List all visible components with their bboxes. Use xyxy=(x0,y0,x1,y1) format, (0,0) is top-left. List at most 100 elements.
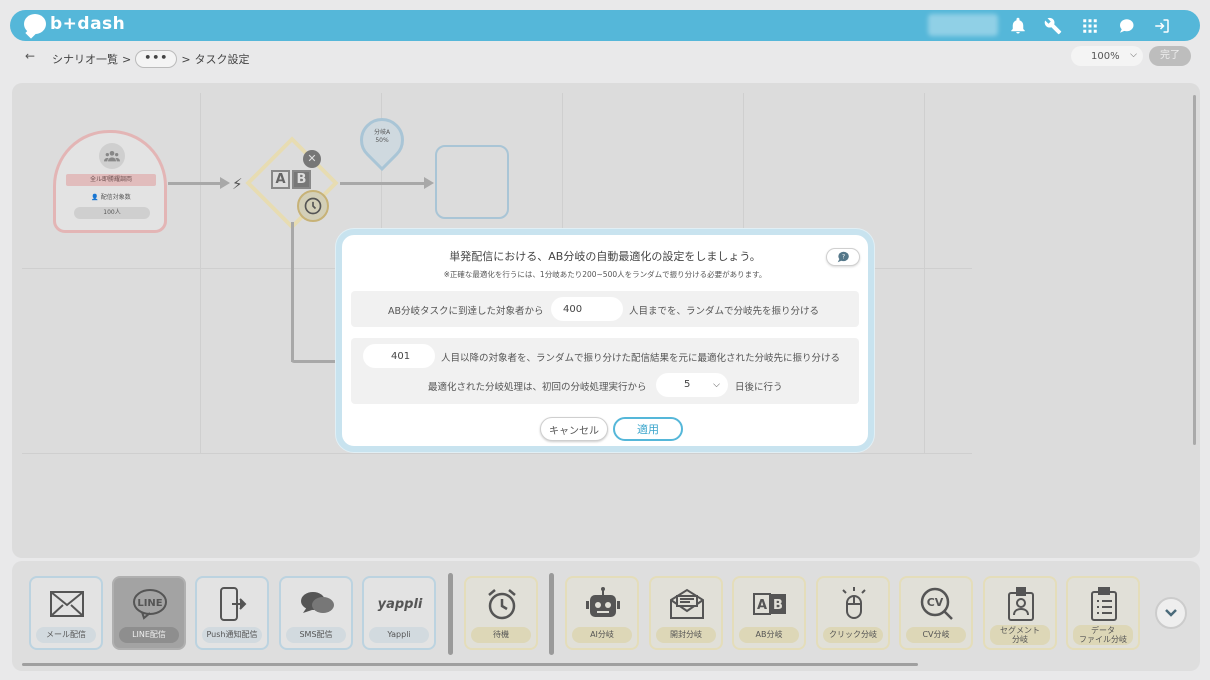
mouse-icon xyxy=(836,586,872,622)
chevron-down-icon: ⌵ xyxy=(713,380,720,390)
svg-text:B: B xyxy=(773,598,783,613)
palette-horizontal-scrollbar[interactable] xyxy=(22,663,918,666)
logout-icon[interactable] xyxy=(1152,16,1172,36)
bell-icon[interactable] xyxy=(1008,16,1028,36)
apps-grid-icon[interactable] xyxy=(1080,16,1100,36)
tool-line-delivery[interactable]: LINE LINE配信 xyxy=(112,576,186,650)
done-button[interactable]: 完了 xyxy=(1149,46,1191,66)
row1-suffix: 人目までを、ランダムで分岐先を振り分ける xyxy=(629,306,820,317)
push-icon xyxy=(215,586,251,622)
tool-label: セグメント 分岐 xyxy=(990,625,1050,645)
optimized-start-input[interactable] xyxy=(363,344,435,368)
modal-subtitle: ※正確な最適化を行うには、1分岐あたり200~500人をランダムで振り分ける必要… xyxy=(443,270,767,279)
line-icon: LINE xyxy=(132,586,168,622)
tool-label: AI分岐 xyxy=(572,627,632,643)
breadcrumb-ellipsis[interactable]: ••• xyxy=(135,50,178,68)
apply-button[interactable]: 適用 xyxy=(613,417,683,441)
tool-segment-branch[interactable]: セグメント 分岐 xyxy=(983,576,1057,650)
help-chat-icon: ? xyxy=(837,251,849,263)
clipboard-icon xyxy=(1086,586,1122,622)
tool-label: LINE配信 xyxy=(119,627,179,643)
wrench-icon[interactable] xyxy=(1043,16,1063,36)
arrow-head-icon xyxy=(424,177,434,189)
connector-line xyxy=(168,182,222,185)
modal-title: 単発配信における、AB分岐の自動最適化の設定をしましょう。 xyxy=(449,250,761,263)
ab-letter-b: B xyxy=(292,170,311,189)
start-node-count: 100人 xyxy=(74,207,150,219)
line-icon-text: LINE xyxy=(137,598,162,609)
zoom-value: 100% xyxy=(1091,50,1120,62)
row3-prefix: 最適化された分岐処理は、初回の分岐処理実行から xyxy=(428,382,647,393)
tool-open-branch[interactable]: 開封分岐 xyxy=(649,576,723,650)
yappli-icon-text: yappli xyxy=(377,596,423,612)
ab-optimization-modal: 単発配信における、AB分岐の自動最適化の設定をしましょう。 ※正確な最適化を行う… xyxy=(336,229,874,452)
tool-yappli[interactable]: yappli Yappli xyxy=(362,576,436,650)
connector-line xyxy=(340,182,426,185)
row3-suffix: 日後に行う xyxy=(735,382,783,393)
zoom-select[interactable]: 100% ⌵ xyxy=(1071,46,1143,66)
connector-line xyxy=(291,222,294,362)
start-node-label: 👤 配信対象数 xyxy=(66,192,156,201)
ab-letters: A B xyxy=(271,170,313,189)
tool-cv-branch[interactable]: CV CV分岐 xyxy=(899,576,973,650)
close-icon[interactable]: ✕ xyxy=(303,150,321,168)
tool-mail-delivery[interactable]: メール配信 xyxy=(29,576,103,650)
breadcrumb: シナリオ一覧 > ••• > タスク設定 xyxy=(52,50,250,68)
canvas-vertical-scrollbar[interactable] xyxy=(1193,95,1196,445)
tool-push-delivery[interactable]: Push通知配信 xyxy=(195,576,269,650)
cv-icon-text: CV xyxy=(927,596,944,609)
days-after-select[interactable]: 5 ⌵ xyxy=(656,373,728,397)
start-node[interactable]: 全ル即勝耀調両 👤 配信対象数 100人 xyxy=(53,130,167,233)
top-header: b+dash xyxy=(10,10,1200,41)
tool-data-file-branch[interactable]: データ ファイル分岐 xyxy=(1066,576,1140,650)
tool-label-line: ファイル分岐 xyxy=(1079,635,1127,644)
tool-label: クリック分岐 xyxy=(823,627,883,643)
tool-label: CV分岐 xyxy=(906,627,966,643)
palette-separator xyxy=(448,573,453,655)
logo-text: b+dash xyxy=(50,14,126,34)
tool-wait[interactable]: 待機 xyxy=(464,576,538,650)
tool-ai-branch[interactable]: AI分岐 xyxy=(565,576,639,650)
robot-icon xyxy=(585,586,621,622)
empty-task-slot[interactable] xyxy=(435,145,509,219)
arrow-head-icon xyxy=(220,177,230,189)
tool-label-line: 分岐 xyxy=(1012,635,1028,644)
chevron-down-icon xyxy=(1165,609,1177,617)
sub-bar: ← シナリオ一覧 > ••• > タスク設定 100% ⌵ 完了 xyxy=(0,44,1210,70)
breadcrumb-sep: > xyxy=(181,52,191,66)
clock-icon[interactable] xyxy=(297,190,329,222)
random-limit-input[interactable] xyxy=(551,297,623,321)
cv-icon: CV xyxy=(919,586,955,622)
sms-icon xyxy=(299,586,335,622)
tool-label: メール配信 xyxy=(36,627,96,643)
breadcrumb-root[interactable]: シナリオ一覧 xyxy=(52,51,118,67)
branch-pin-text: 分岐A 50% xyxy=(362,129,402,145)
breadcrumb-sep: > xyxy=(122,52,132,66)
help-chat-icon[interactable] xyxy=(1116,16,1136,36)
optimization-panel: 人目以降の対象者を、ランダムで振り分けた配信結果を元に最適化された分岐先に振り分… xyxy=(351,338,859,404)
tool-label: データ ファイル分岐 xyxy=(1073,625,1133,645)
breadcrumb-current: タスク設定 xyxy=(194,53,250,66)
open-mail-icon xyxy=(669,586,705,622)
tool-click-branch[interactable]: クリック分岐 xyxy=(816,576,890,650)
user-info-blurred[interactable] xyxy=(928,14,998,36)
connector-line xyxy=(291,360,341,363)
grid-line xyxy=(200,93,201,453)
back-arrow-icon[interactable]: ← xyxy=(25,49,35,63)
tool-label: Yappli xyxy=(369,627,429,643)
modal-help-button[interactable]: ? xyxy=(826,248,860,266)
tool-ab-branch[interactable]: AB AB分岐 xyxy=(732,576,806,650)
start-node-title: 全ル即勝耀調両 xyxy=(66,174,156,186)
svg-text:A: A xyxy=(757,598,767,613)
chevron-down-icon: ⌵ xyxy=(1130,50,1137,60)
logo-bubble-icon xyxy=(24,14,46,34)
tool-label: Push通知配信 xyxy=(202,627,262,643)
delivery-target-label: 配信対象数 xyxy=(100,194,131,201)
tool-label: AB分岐 xyxy=(739,627,799,643)
tool-sms-delivery[interactable]: SMS配信 xyxy=(279,576,353,650)
app-logo[interactable]: b+dash xyxy=(24,14,125,34)
cancel-button[interactable]: キャンセル xyxy=(540,417,608,441)
palette-scroll-down-button[interactable] xyxy=(1155,597,1187,629)
random-range-panel: AB分岐タスクに到達した対象者から 人目までを、ランダムで分岐先を振り分ける xyxy=(351,291,859,327)
tool-label: 待機 xyxy=(471,627,531,643)
